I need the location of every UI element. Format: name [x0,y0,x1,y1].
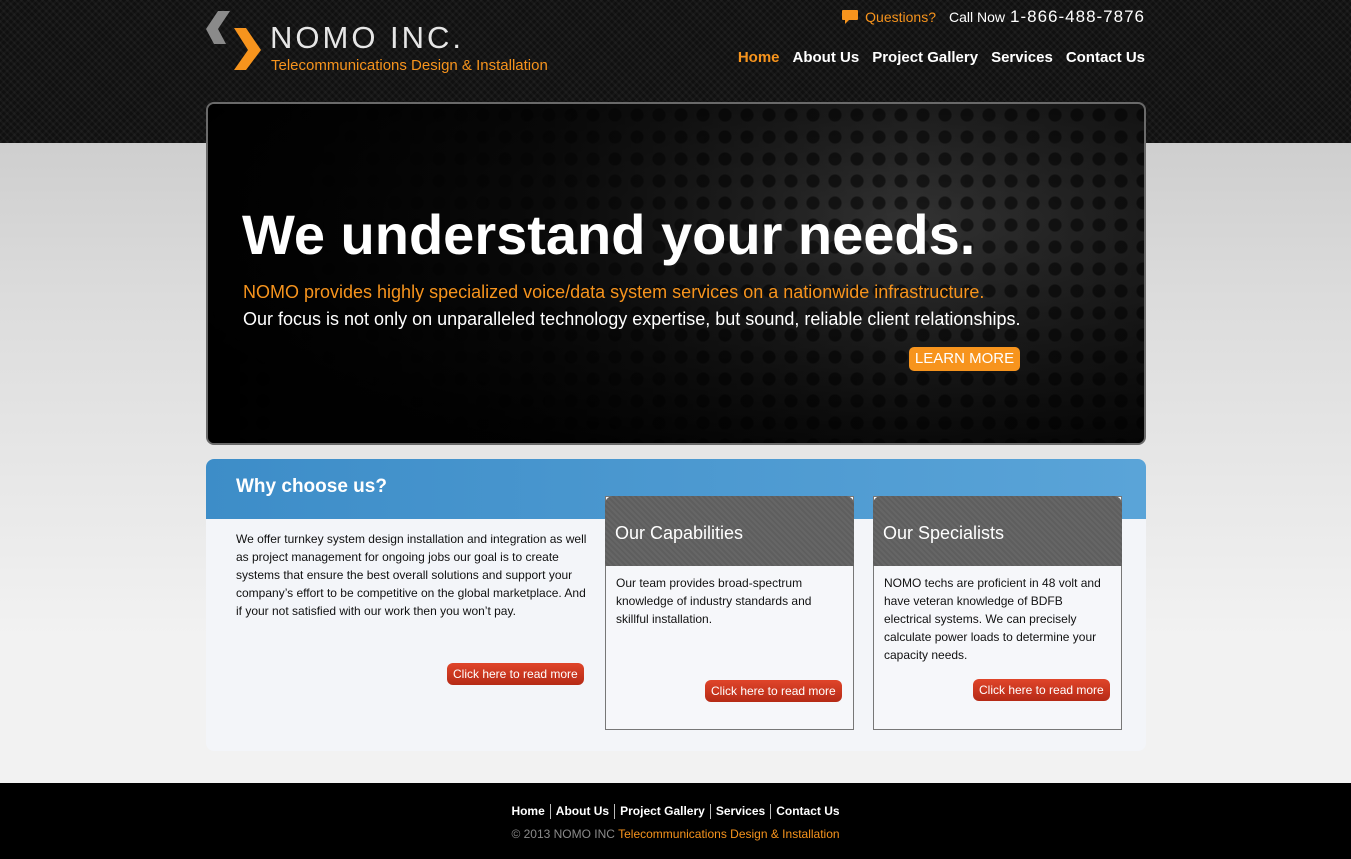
footer-nav-about-us[interactable]: About Us [551,804,614,819]
card-title: Our Capabilities [615,523,744,543]
why-read-more-button[interactable]: Click here to read more [447,663,584,685]
why-choose-us-panel: Why choose us? We offer turnkey system d… [206,459,1146,751]
nav-services[interactable]: Services [991,49,1053,66]
card-text: NOMO techs are proficient in 48 volt and… [884,576,1101,662]
copyright-tagline: Telecommunications Design & Installation [618,827,840,841]
card-header: Our Specialists [873,496,1122,566]
copyright: © 2013 NOMO INC Telecommunications Desig… [0,827,1351,841]
hero-banner: We understand your needs. NOMO provides … [206,102,1146,445]
footer-nav-home[interactable]: Home [506,804,549,819]
hero-subtitle-orange: NOMO provides highly specialized voice/d… [243,282,985,302]
contact-bar: Questions? Call Now 1-866-488-7876 [841,7,1145,27]
why-title: Why choose us? [236,476,387,497]
chevron-logo-icon [206,11,261,70]
logo-tagline: Telecommunications Design & Installation [271,57,548,74]
nav-about-us[interactable]: About Us [793,49,860,66]
questions-link[interactable]: Questions? [865,9,936,25]
specialists-card: Our Specialists NOMO techs are proficien… [873,496,1122,730]
footer-nav-services[interactable]: Services [711,804,770,819]
learn-more-button[interactable]: LEARN MORE [909,347,1020,371]
specialists-read-more-button[interactable]: Click here to read more [973,679,1110,701]
chat-bubble-icon [842,10,859,24]
card-title: Our Specialists [883,523,1005,543]
footer-nav-contact-us[interactable]: Contact Us [771,804,844,819]
footer-nav: Home About Us Project Gallery Services C… [0,804,1351,819]
hero-title: We understand your needs. [242,203,976,266]
card-header: Our Capabilities [605,496,854,566]
capabilities-card: Our Capabilities Our team provides broad… [605,496,854,730]
nav-home[interactable]: Home [738,49,780,66]
hero-subtitle-white: Our focus is not only on unparalleled te… [243,309,1021,329]
phone-number[interactable]: 1-866-488-7876 [1010,7,1145,27]
footer-nav-project-gallery[interactable]: Project Gallery [615,804,710,819]
hero-overlay [208,104,1144,443]
copyright-text: © 2013 NOMO INC [511,827,615,841]
footer: Home About Us Project Gallery Services C… [0,783,1351,859]
site-logo[interactable]: NOMO INC. Telecommunications Design & In… [206,10,548,74]
logo-name: NOMO INC. [270,20,465,55]
why-text: We offer turnkey system design installat… [236,532,587,618]
nav-contact-us[interactable]: Contact Us [1066,49,1145,66]
capabilities-read-more-button[interactable]: Click here to read more [705,680,842,702]
call-now-label: Call Now [949,9,1006,25]
nav-project-gallery[interactable]: Project Gallery [872,49,978,66]
card-text: Our team provides broad-spectrum knowled… [616,576,812,626]
main-nav: Home About Us Project Gallery Services C… [738,49,1145,66]
